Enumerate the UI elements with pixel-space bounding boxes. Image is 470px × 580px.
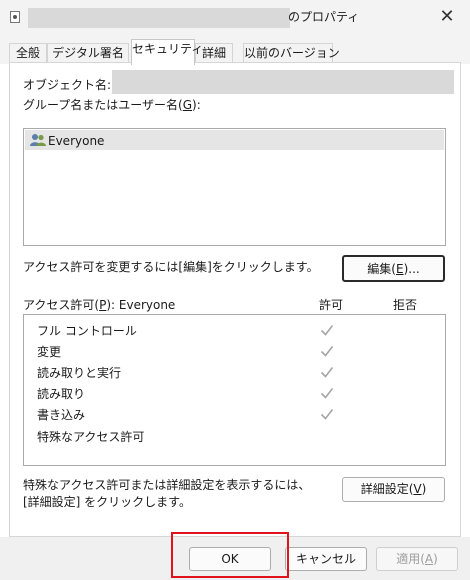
close-button[interactable]: ✕ [432, 4, 462, 30]
object-name-redacted-value [112, 70, 454, 94]
check-icon [320, 367, 334, 378]
advanced-settings-hint: 特殊なアクセス許可または詳細設定を表示するには、[詳細設定] をクリックします。 [23, 478, 311, 509]
group-label-access-key: G [182, 98, 193, 112]
group-name-everyone: Everyone [48, 134, 105, 148]
tab-digital-signatures[interactable]: デジタル署名 [47, 43, 129, 62]
tab-security[interactable]: セキュリティ [131, 39, 203, 65]
file-icon [10, 11, 20, 23]
permission-label: 書き込み [37, 408, 86, 422]
permission-label: フル コントロール [37, 324, 137, 338]
permission-label: 読み取り [37, 387, 86, 401]
edit-button-suffix: )... [403, 262, 420, 276]
apply-button-prefix: 適用( [396, 552, 425, 566]
edit-button-prefix: 編集( [367, 262, 396, 276]
users-icon [30, 134, 46, 146]
title-redacted-block [28, 8, 290, 28]
permission-label: 変更 [37, 345, 62, 359]
window-title: のプロパティ [288, 10, 360, 24]
tab-previous-versions[interactable]: 以前のバージョン [243, 43, 340, 62]
edit-button-access-key: E [395, 262, 404, 276]
group-label-prefix: グループ名またはユーザー名( [23, 98, 183, 112]
check-icon [320, 409, 334, 420]
change-permissions-hint: アクセス許可を変更するには[編集]をクリックします。 [23, 260, 319, 274]
permissions-label: アクセス許可(P): Everyone [23, 296, 175, 313]
group-list-label: グループ名またはユーザー名(G): [23, 96, 201, 113]
apply-button-suffix: ) [433, 552, 438, 566]
apply-button-access-key: A [424, 552, 434, 566]
adv-button-prefix: 詳細設定( [360, 482, 414, 496]
permission-label: 読み取りと実行 [37, 366, 122, 380]
object-name-label: オブジェクト名: [23, 78, 112, 92]
perm-label-suffix: ): Everyone [106, 298, 176, 312]
edit-button[interactable]: 編集(E)... [342, 255, 445, 282]
adv-button-access-key: V [413, 482, 422, 496]
perm-label-prefix: アクセス許可( [23, 298, 100, 312]
cancel-button[interactable]: キャンセル [285, 547, 367, 571]
check-icon [320, 325, 334, 336]
check-icon [320, 346, 334, 357]
allow-column-header: 許可 [319, 298, 344, 312]
permission-label: 特殊なアクセス許可 [37, 430, 145, 444]
group-label-suffix: ): [192, 98, 201, 112]
adv-button-suffix: ) [421, 482, 427, 496]
ok-highlight-box [171, 532, 289, 578]
check-icon [320, 388, 334, 399]
tab-general[interactable]: 全般 [9, 43, 47, 62]
deny-column-header: 拒否 [393, 298, 418, 312]
apply-button[interactable]: 適用(A) [376, 547, 458, 571]
advanced-settings-button[interactable]: 詳細設定(V) [342, 477, 445, 502]
